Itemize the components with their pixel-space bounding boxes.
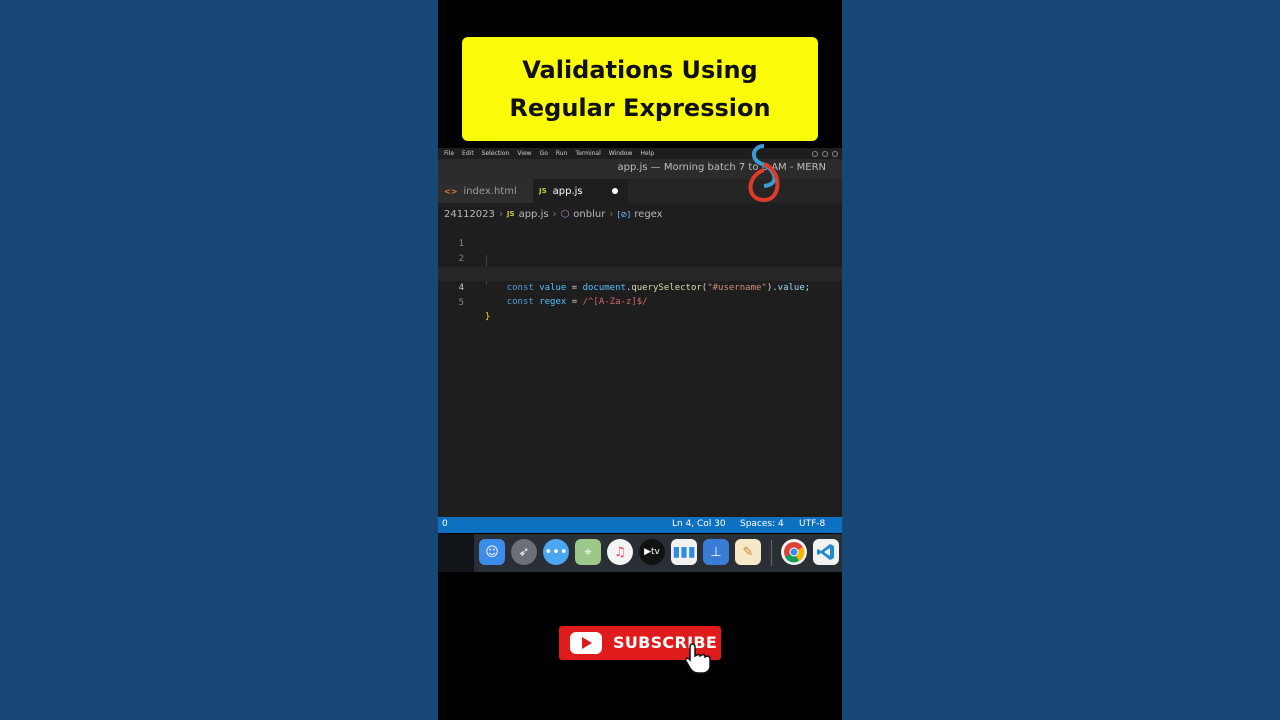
code-text: } — [485, 312, 491, 322]
cursor-position[interactable]: Ln 4, Col 30 — [672, 519, 726, 529]
menu-help[interactable]: Help — [640, 150, 654, 157]
html-file-icon: <> — [444, 186, 458, 196]
code-line[interactable]: 5 } — [438, 282, 842, 322]
indentation[interactable]: Spaces: 4 — [740, 519, 784, 529]
chevron-right-icon: › — [498, 208, 503, 220]
menubar-status-icons — [812, 150, 838, 157]
status-icon[interactable] — [832, 150, 838, 157]
tab-app-js[interactable]: JS app.js — [533, 179, 628, 203]
method-cube-icon: ⬡ — [560, 208, 570, 220]
short-video-frame: Validations Using Regular Expression Fil… — [438, 0, 842, 720]
title-card: Validations Using Regular Expression — [462, 37, 818, 141]
launchpad-icon[interactable]: ➶ — [511, 539, 537, 565]
chevron-right-icon: › — [552, 208, 557, 220]
breadcrumb-variable[interactable]: regex — [634, 209, 662, 220]
js-file-icon: JS — [539, 187, 547, 195]
messages-icon[interactable]: ••• — [543, 539, 569, 565]
vscode-icon[interactable] — [813, 539, 839, 565]
status-bar: 0 Ln 4, Col 30 Spaces: 4 UTF-8 — [438, 517, 842, 533]
code-text: const regex = /^[A-Za-z]$/ — [506, 297, 648, 307]
menu-edit[interactable]: Edit — [462, 150, 474, 157]
tab-label: index.html — [463, 185, 517, 197]
keynote-icon[interactable]: ⊥ — [703, 539, 729, 565]
numbers-icon[interactable]: ▮▮▮ — [671, 539, 697, 565]
variable-icon: [⊘] — [617, 209, 631, 219]
menu-go[interactable]: Go — [540, 150, 548, 157]
video-title: Validations Using Regular Expression — [509, 56, 771, 122]
finder-icon[interactable]: ☺ — [479, 539, 505, 565]
code-editor[interactable]: 1 2 document.querySelector("#username").… — [438, 225, 842, 517]
youtube-play-icon — [570, 632, 602, 654]
pages-icon[interactable]: ✎ — [735, 539, 761, 565]
menu-selection[interactable]: Selection — [482, 150, 510, 157]
pointer-hand-icon — [685, 643, 711, 674]
menu-window[interactable]: Window — [609, 150, 633, 157]
menu-file[interactable]: File — [444, 150, 454, 157]
maps-icon[interactable]: ⌖ — [575, 539, 601, 565]
dock-spacer — [438, 534, 474, 572]
status-icon[interactable] — [812, 150, 818, 157]
breadcrumb-member[interactable]: onblur — [573, 209, 605, 220]
window-title: app.js — Morning batch 7 to 8 AM - MERN — [617, 162, 826, 173]
dock-separator — [771, 540, 772, 566]
unsaved-dot-icon[interactable] — [612, 188, 618, 194]
status-icon[interactable] — [822, 150, 828, 157]
tab-label: app.js — [552, 185, 583, 197]
breadcrumb-file[interactable]: app.js — [519, 209, 549, 220]
code-line[interactable]: 1 — [438, 223, 842, 249]
mac-dock: ☺ ➶ ••• ⌖ ♫ ▶tv ▮▮▮ ⊥ ✎ — [438, 534, 842, 572]
menu-terminal[interactable]: Terminal — [575, 150, 600, 157]
code-line-current[interactable]: 4 const regex = /^[A-Za-z]$/ — [438, 267, 842, 307]
menu-view[interactable]: View — [517, 150, 531, 157]
background-right — [842, 0, 1280, 720]
menu-run[interactable]: Run — [556, 150, 568, 157]
code-line[interactable]: 2 document.querySelector("#username").on… — [438, 238, 842, 278]
breadcrumb-folder[interactable]: 24112023 — [444, 209, 495, 220]
code-line[interactable]: 3 const value = document.querySelector("… — [438, 253, 842, 293]
problems-count[interactable]: 0 — [442, 519, 448, 529]
background-left — [0, 0, 438, 720]
chrome-icon[interactable] — [781, 539, 807, 565]
music-icon[interactable]: ♫ — [607, 539, 633, 565]
chevron-right-icon: › — [609, 208, 614, 220]
tv-icon[interactable]: ▶tv — [639, 539, 665, 565]
brand-logo-icon — [748, 144, 780, 203]
js-file-icon: JS — [506, 210, 515, 218]
line-number: 5 — [458, 298, 464, 308]
tab-index-html[interactable]: <> index.html — [438, 179, 533, 203]
encoding[interactable]: UTF-8 — [799, 519, 825, 529]
